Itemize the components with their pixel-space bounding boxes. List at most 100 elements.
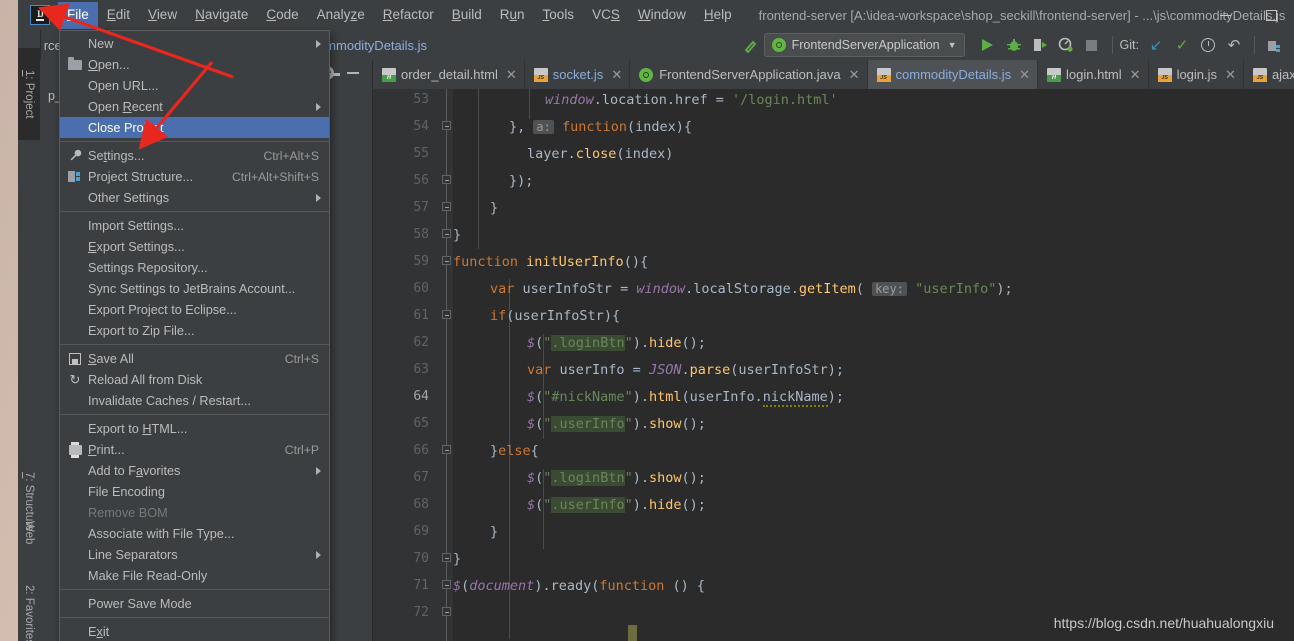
tab-commoditydetails-js[interactable]: commodityDetails.js ✕ [867,60,1039,89]
tab-ajaxhttp-js[interactable]: ajaxHttp.j ✕ [1244,60,1294,89]
menu-item-project-structure[interactable]: Project Structure... Ctrl+Alt+Shift+S [60,166,329,187]
fold-marker[interactable] [442,580,451,589]
file-menu-dropdown[interactable]: New Open... Open URL... Open Recent Clos… [59,30,330,641]
close-icon[interactable]: ✕ [611,67,622,83]
run-button[interactable] [975,32,1001,58]
git-revert-button[interactable]: ↶ [1221,32,1247,58]
menu-run[interactable]: Run [491,2,534,29]
code-folding-gutter[interactable] [439,89,453,641]
menu-item-export-to-html[interactable]: Export to HTML... [60,418,329,439]
menu-item-new[interactable]: New [60,33,329,54]
git-update-button[interactable]: ↙ [1143,32,1169,58]
menu-item-sync-settings[interactable]: Sync Settings to JetBrains Account... [60,278,329,299]
tab-label: commodityDetails.js [895,67,1012,82]
line-number: 59 [413,254,429,269]
menu-item-print[interactable]: Print... Ctrl+P [60,439,329,460]
intellij-logo-icon: IJ [30,5,50,25]
menu-item-export-to-zip[interactable]: Export to Zip File... [60,320,329,341]
reload-icon: ↻ [69,371,81,387]
fold-marker[interactable] [442,175,451,184]
menu-navigate[interactable]: Navigate [186,2,257,29]
menu-help[interactable]: Help [695,2,741,29]
close-icon[interactable]: ✕ [849,67,860,83]
maximize-button[interactable] [1248,0,1294,30]
tab-login-html[interactable]: login.html ✕ [1038,60,1149,89]
fold-marker[interactable] [442,310,451,319]
fold-marker[interactable] [442,553,451,562]
menu-analyze[interactable]: Analyze [308,2,374,29]
menu-code[interactable]: Code [257,2,307,29]
fold-marker[interactable] [442,607,451,616]
menu-view[interactable]: View [139,2,186,29]
close-icon[interactable]: ✕ [1225,67,1236,83]
fold-marker[interactable] [442,121,451,130]
git-history-button[interactable] [1195,32,1221,58]
tab-order-detail-html[interactable]: order_detail.html ✕ [373,60,525,89]
menu-item-add-to-favorites[interactable]: Add to Favorites [60,460,329,481]
menu-item-reload-all-from-disk[interactable]: ↻ Reload All from Disk [60,369,329,390]
tab-login-js[interactable]: login.js ✕ [1149,60,1244,89]
menu-item-label: Power Save Mode [88,596,192,611]
fold-marker[interactable] [442,202,451,211]
menu-item-settings[interactable]: Settings... Ctrl+Alt+S [60,145,329,166]
profile-button[interactable] [1053,32,1079,58]
menu-item-line-separators[interactable]: Line Separators [60,544,329,565]
menu-item-export-to-eclipse[interactable]: Export Project to Eclipse... [60,299,329,320]
menu-item-open-recent[interactable]: Open Recent [60,96,329,117]
line-number: 53 [413,92,429,107]
code-line-60-render: var userInfoStr = window.localStorage.ge… [490,281,1013,297]
code-line-66: }else{ [490,443,539,459]
menu-item-open-url[interactable]: Open URL... [60,75,329,96]
tab-socket-js[interactable]: socket.js ✕ [525,60,631,89]
code-line-55: layer.close(index) [527,146,674,162]
menu-item-invalidate-caches[interactable]: Invalidate Caches / Restart... [60,390,329,411]
menu-item-settings-repository[interactable]: Settings Repository... [60,257,329,278]
logo-text: IJ [35,9,44,21]
close-icon[interactable]: ✕ [506,67,517,83]
fold-marker[interactable] [442,445,451,454]
menu-item-close-project[interactable]: Close Project [60,117,329,138]
menu-file[interactable]: File [58,1,98,29]
code-editor[interactable]: 53 54 55 56 57 58 59 60 61 62 63 64 65 6… [373,89,1294,641]
run-configuration-selector[interactable]: FrontendServerApplication ▼ [763,33,965,57]
menu-item-export-settings[interactable]: Export Settings... [60,236,329,257]
run-with-coverage-button[interactable] [1027,32,1053,58]
menu-item-save-all[interactable]: Save All Ctrl+S [60,348,329,369]
menu-item-exit[interactable]: Exit [60,621,329,641]
hide-panel-button[interactable] [340,60,366,86]
menu-item-label: Close Project [88,120,164,135]
build-hammer-button[interactable] [738,32,764,58]
menu-refactor[interactable]: Refactor [374,2,443,29]
menu-item-open[interactable]: Open... [60,54,329,75]
project-structure-button[interactable] [1262,32,1288,58]
sidebar-item-web[interactable]: Web [18,502,40,564]
menu-item-import-settings[interactable]: Import Settings... [60,215,329,236]
menu-tools[interactable]: Tools [534,2,584,29]
debug-button[interactable] [1001,32,1027,58]
menu-item-other-settings[interactable]: Other Settings [60,187,329,208]
fold-marker[interactable] [442,256,451,265]
blank-icon [66,218,84,233]
minimize-button[interactable] [1202,0,1248,30]
close-icon[interactable]: ✕ [1019,67,1030,83]
menu-edit[interactable]: Edit [98,2,139,29]
js-file-icon [533,67,548,82]
menu-item-label: Line Separators [88,547,178,562]
chevron-right-icon [316,39,321,48]
menu-build[interactable]: Build [443,2,491,29]
git-commit-button[interactable]: ✓ [1169,32,1195,58]
stop-button[interactable] [1079,32,1105,58]
menu-item-make-file-read-only[interactable]: Make File Read-Only [60,565,329,586]
menu-item-file-encoding[interactable]: File Encoding [60,481,329,502]
code-text-area[interactable]: window.location.href = '/login.html' }, … [453,89,1294,641]
tab-frontendserverapplication-java[interactable]: FrontendServerApplication.java ✕ [630,60,868,89]
sidebar-item-favorites[interactable]: 2: Favorites [18,570,40,641]
line-number: 54 [413,119,429,134]
fold-marker[interactable] [442,229,451,238]
menu-vcs[interactable]: VCS [583,2,629,29]
menu-window[interactable]: Window [629,2,695,29]
close-icon[interactable]: ✕ [1130,67,1141,83]
menu-item-power-save-mode[interactable]: Power Save Mode [60,593,329,614]
sidebar-item-project[interactable]: 1: Project [18,48,40,140]
menu-item-associate-with-file-type[interactable]: Associate with File Type... [60,523,329,544]
